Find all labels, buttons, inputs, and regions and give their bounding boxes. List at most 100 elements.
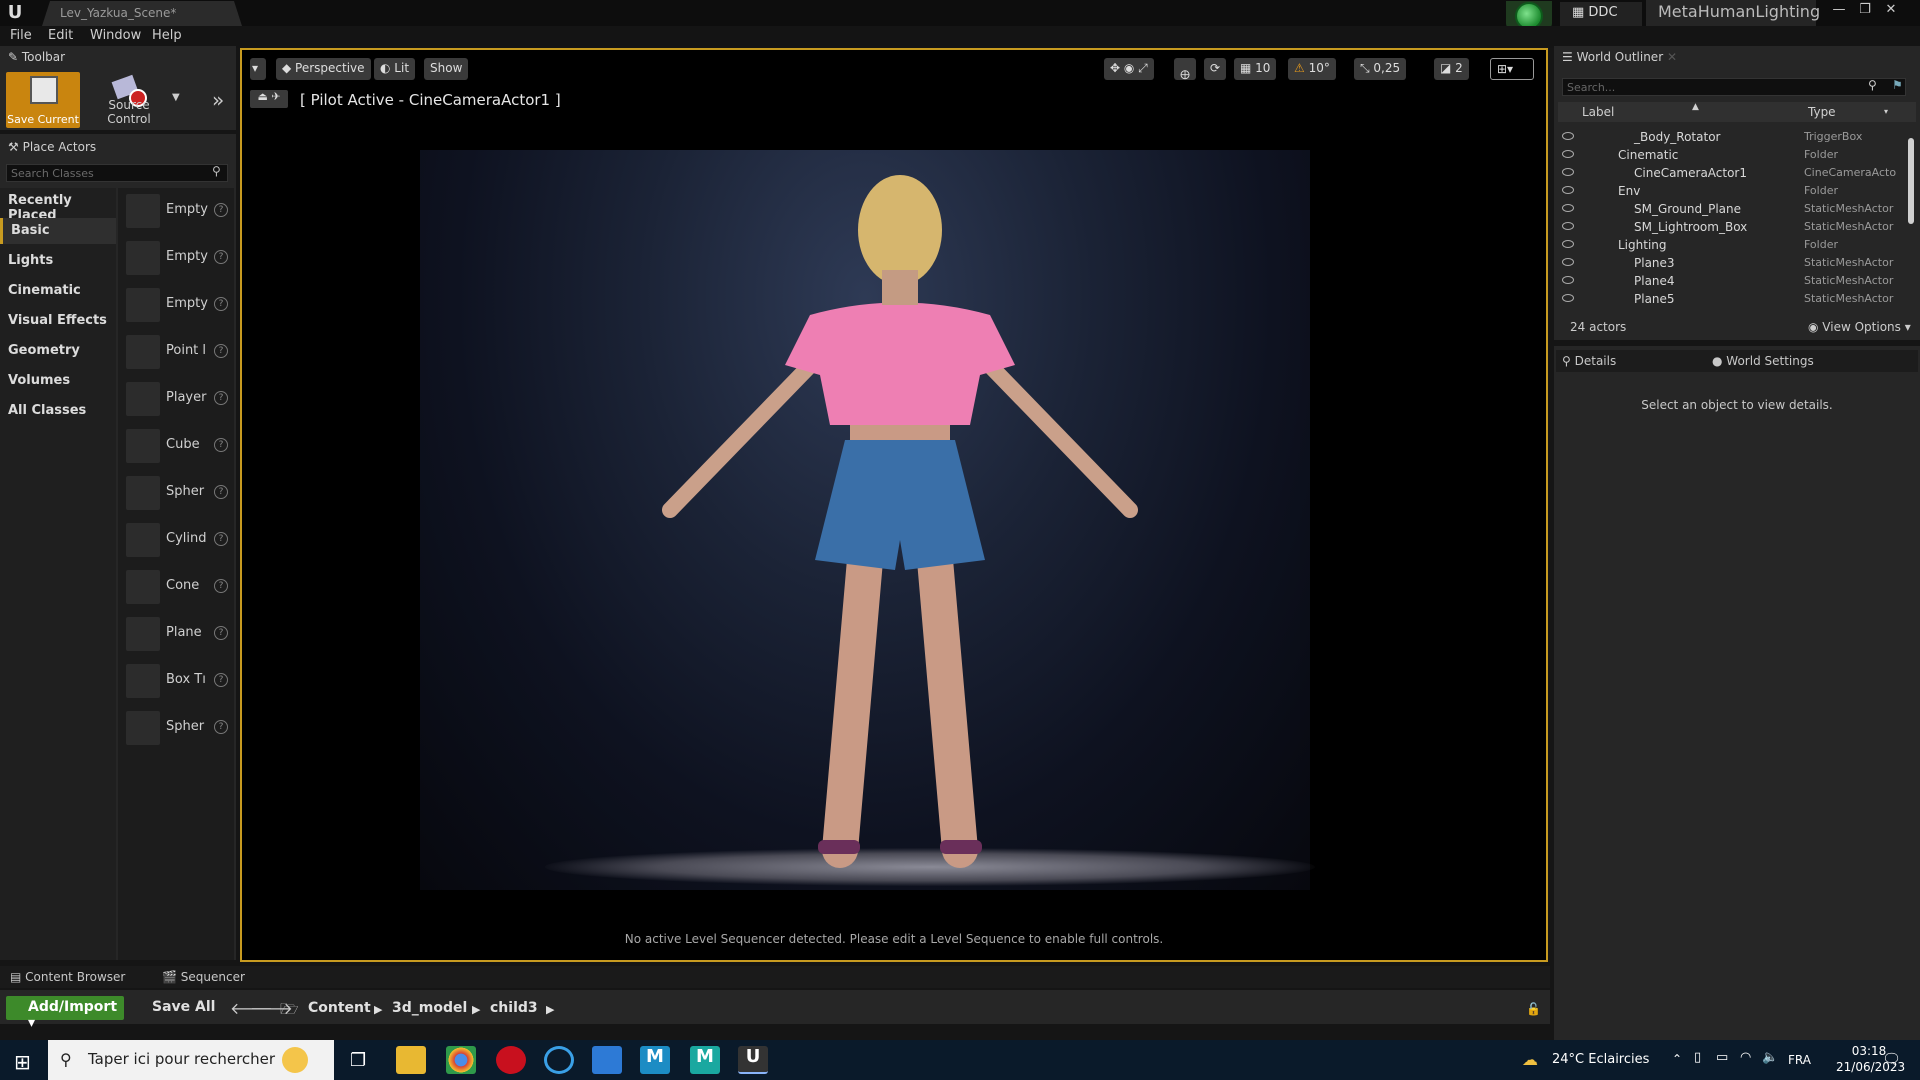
help-icon[interactable]: ? <box>214 579 228 593</box>
actor-point-light[interactable]: Point l? <box>124 333 232 373</box>
actor-empty-pawn[interactable]: Empty? <box>124 286 232 326</box>
category-recently-placed[interactable]: Recently Placed <box>0 188 116 223</box>
add-import-button[interactable]: Add/Import ▾ <box>6 996 124 1031</box>
category-basic[interactable]: Basic <box>0 218 116 244</box>
weather-icon[interactable]: ☁ <box>1522 1050 1538 1069</box>
tab-content-browser[interactable]: ▤ Content Browser <box>10 970 125 984</box>
col-dropdown-icon[interactable]: ▾ <box>1884 107 1888 116</box>
volume-icon[interactable]: 🔈 <box>1762 1050 1778 1065</box>
tab-place-actors[interactable]: ⚒ Place Actors <box>8 140 96 160</box>
tab-details[interactable]: ⚲ Details <box>1562 354 1616 368</box>
help-icon[interactable]: ? <box>214 485 228 499</box>
actor-player-start[interactable]: Player? <box>124 380 232 420</box>
camera-speed-button[interactable]: ◪ 2 <box>1434 58 1469 80</box>
outliner-row[interactable]: Plane5 StaticMeshActor <box>1558 290 1906 308</box>
outliner-row[interactable]: Lighting Folder <box>1558 236 1906 254</box>
outliner-row[interactable]: Plane3 StaticMeshActor <box>1558 254 1906 272</box>
expand-toolbar-icon[interactable]: » <box>212 88 224 112</box>
world-local-icon[interactable]: 🜨 <box>1174 58 1197 82</box>
eject-pilot-icon[interactable]: ⏏ ✈ <box>250 90 288 108</box>
source-control-dropdown-icon[interactable]: ▼ <box>172 92 180 103</box>
save-all-button[interactable]: Save All <box>134 996 224 1020</box>
actor-plane[interactable]: Plane? <box>124 615 232 655</box>
search-classes-input[interactable]: Search Classes <box>6 164 228 182</box>
outliner-options-icon[interactable]: ⚑ <box>1892 78 1903 92</box>
tab-sequencer[interactable]: 🎬 Sequencer <box>162 970 245 984</box>
outliner-row[interactable]: _Body_Rotator TriggerBox <box>1558 128 1906 146</box>
help-icon[interactable]: ? <box>214 720 228 734</box>
ccleaner-icon[interactable] <box>544 1046 574 1074</box>
viewport-options-icon[interactable]: ▾ <box>250 58 266 80</box>
actor-box-trigger[interactable]: Box Tı? <box>124 662 232 702</box>
visibility-eye-icon[interactable] <box>1562 258 1574 266</box>
scale-snap-button[interactable]: ⤡ 0,25 <box>1354 58 1407 80</box>
weather-label[interactable]: 24°C Eclaircies <box>1552 1052 1649 1067</box>
file-explorer-icon[interactable] <box>396 1046 426 1074</box>
source-control-button[interactable]: Source Control <box>88 72 170 128</box>
visibility-eye-icon[interactable] <box>1562 132 1574 140</box>
menu-file[interactable]: File <box>10 28 32 43</box>
minimize-icon[interactable]: — <box>1830 2 1848 20</box>
category-all-classes[interactable]: All Classes <box>0 398 116 424</box>
view-options-button[interactable]: ◉ View Options ▾ <box>1808 320 1911 334</box>
visibility-eye-icon[interactable] <box>1562 240 1574 248</box>
visibility-eye-icon[interactable] <box>1562 168 1574 176</box>
tray-app-icon[interactable]: ▯ <box>1694 1050 1701 1065</box>
help-icon[interactable]: ? <box>214 673 228 687</box>
actor-empty-actor[interactable]: Empty? <box>124 192 232 232</box>
col-type-header[interactable]: Type <box>1808 105 1836 119</box>
tab-world-outliner[interactable]: ☰ World Outliner ✕ <box>1562 50 1677 70</box>
visibility-eye-icon[interactable] <box>1562 186 1574 194</box>
actor-cone[interactable]: Cone? <box>124 568 232 608</box>
tab-toolbar[interactable]: ✎ Toolbar <box>8 50 65 70</box>
actor-cube[interactable]: Cube? <box>124 427 232 467</box>
help-icon[interactable]: ? <box>214 203 228 217</box>
level-tab[interactable]: Lev_Yazkua_Scene* <box>42 1 242 26</box>
category-geometry[interactable]: Geometry <box>0 338 116 364</box>
surface-snap-icon[interactable]: ⟳ <box>1204 58 1227 80</box>
breadcrumb-child3[interactable]: child3 <box>490 1000 538 1016</box>
maya-2-icon[interactable]: M <box>690 1046 720 1074</box>
maximize-icon[interactable]: ❐ <box>1856 2 1874 20</box>
outliner-row[interactable]: Plane4 StaticMeshActor <box>1558 272 1906 290</box>
menu-window[interactable]: Window <box>90 28 141 43</box>
menu-edit[interactable]: Edit <box>48 28 73 43</box>
menu-help[interactable]: Help <box>152 28 182 43</box>
help-icon[interactable]: ? <box>214 626 228 640</box>
outliner-row[interactable]: SM_Ground_Plane StaticMeshActor <box>1558 200 1906 218</box>
ddc-button[interactable]: ▦ DDC <box>1560 2 1642 26</box>
help-icon[interactable]: ? <box>214 438 228 452</box>
category-volumes[interactable]: Volumes <box>0 368 116 394</box>
battery-icon[interactable]: ▭ <box>1716 1050 1728 1065</box>
outliner-search-input[interactable]: Search... <box>1562 78 1906 96</box>
chrome-icon[interactable] <box>446 1046 476 1074</box>
breadcrumb-3d-model[interactable]: 3d_model <box>392 1000 467 1016</box>
actor-sphere[interactable]: Spher? <box>124 474 232 514</box>
visibility-eye-icon[interactable] <box>1562 294 1574 302</box>
close-icon[interactable]: ✕ <box>1882 2 1900 20</box>
lit-button[interactable]: ◐ Lit <box>374 58 416 80</box>
maya-icon[interactable]: M <box>640 1046 670 1074</box>
help-icon[interactable]: ? <box>214 250 228 264</box>
visibility-eye-icon[interactable] <box>1562 276 1574 284</box>
tab-world-settings[interactable]: ● World Settings <box>1712 354 1814 368</box>
visibility-eye-icon[interactable] <box>1562 150 1574 158</box>
category-cinematic[interactable]: Cinematic <box>0 278 116 304</box>
lock-icon[interactable]: 🔓 <box>1526 1002 1541 1016</box>
search-highlight-icon[interactable] <box>282 1047 308 1073</box>
category-visual-effects[interactable]: Visual Effects <box>0 308 116 334</box>
tray-chevron-icon[interactable]: ⌃ <box>1672 1052 1682 1066</box>
unreal-engine-icon[interactable]: U <box>738 1046 768 1074</box>
breadcrumb-content[interactable]: Content <box>308 1000 371 1016</box>
outliner-row[interactable]: Env Folder <box>1558 182 1906 200</box>
help-icon[interactable]: ? <box>214 391 228 405</box>
col-label-header[interactable]: Label <box>1582 105 1614 119</box>
windows-start-icon[interactable]: ⊞ <box>14 1050 31 1074</box>
outliner-row[interactable]: CineCameraActor1 CineCameraActo <box>1558 164 1906 182</box>
task-view-icon[interactable]: ❐ <box>350 1050 366 1071</box>
notifications-icon[interactable]: 🗨 <box>1882 1050 1901 1068</box>
viewport-layout-icon[interactable]: ⊞▾ <box>1490 58 1534 80</box>
app-window-icon[interactable] <box>592 1046 622 1074</box>
help-icon[interactable]: ? <box>214 297 228 311</box>
actor-sphere-trigger[interactable]: Spher? <box>124 709 232 749</box>
